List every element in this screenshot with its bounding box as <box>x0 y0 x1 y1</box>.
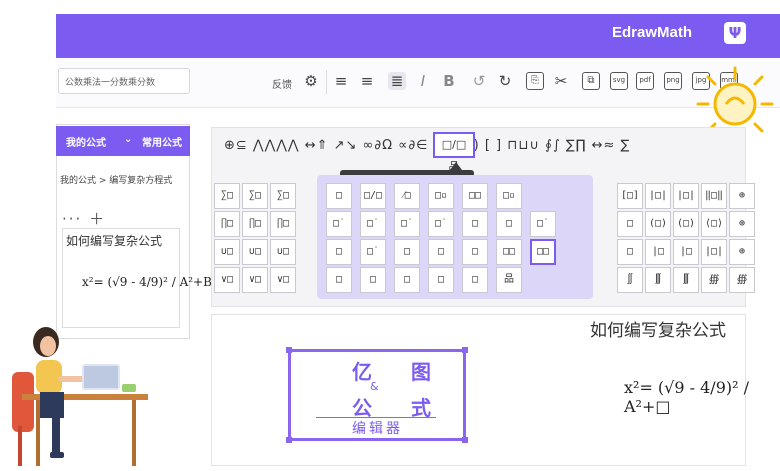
editor-formula[interactable]: x²= (√9 - 4/9)² / A²+□ <box>624 378 780 416</box>
symbol-template-button[interactable]: □ <box>326 239 352 265</box>
symbol-template-button[interactable]: □ <box>462 267 488 293</box>
editor-title: 如何编写复杂公式 <box>590 321 726 341</box>
symbol-template-button[interactable]: □ <box>462 239 488 265</box>
symbol-template-button[interactable]: □ <box>360 267 386 293</box>
fraction-template-tab[interactable]: □/□ 品 <box>433 132 475 173</box>
symbol-template-button[interactable]: ∑□ <box>242 183 268 209</box>
tab-my-formulas[interactable]: 我的公式 <box>66 134 106 149</box>
symbol-template-button[interactable]: ∰ <box>729 267 755 293</box>
person-at-desk-illustration <box>12 327 148 466</box>
symbol-template-button[interactable]: □□ <box>530 239 556 265</box>
logo-corner <box>286 437 292 443</box>
bold-icon[interactable]: B <box>440 72 458 90</box>
symbol-template-button[interactable]: □▫ <box>496 183 522 209</box>
symbol-template-button[interactable]: □ <box>496 211 522 237</box>
logo-text-line1: 亿 图 <box>352 360 447 384</box>
symbol-template-button[interactable]: □ <box>428 267 454 293</box>
symbol-template-button[interactable]: |□| <box>673 183 699 209</box>
symbol-template-button[interactable]: □▫ <box>428 183 454 209</box>
app-logo-icon: Ψ <box>724 22 746 44</box>
symbol-template-button[interactable]: □ <box>428 239 454 265</box>
symbol-category-bar[interactable]: ⊕⊆ ⋀⋀⋀⋀ ↔⇑ ↗↘ ∞∂Ω ∝∂∈ { } ( ) [ ] ⊓⊔∪ ∮∫… <box>224 138 744 160</box>
symbol-template-button[interactable]: ∪□ <box>270 239 296 265</box>
symbol-template-button[interactable]: ‖□‖ <box>701 183 727 209</box>
italic-icon[interactable]: I <box>414 72 432 90</box>
add-icon[interactable]: ＋ <box>89 210 106 228</box>
formula-card-title: 如何编写复杂公式 <box>66 234 163 248</box>
formula-card-preview: x²= (√9 - 4/9)² / A²+B³ <box>82 275 217 289</box>
copy-icon[interactable]: ⧉ <box>582 72 600 90</box>
toolbar-divider <box>326 70 327 94</box>
symbol-template-button[interactable]: ⟨□⟩ <box>701 211 727 237</box>
undo-icon[interactable]: ↺ <box>470 72 488 90</box>
symbol-template-button[interactable]: □˙ <box>360 211 386 237</box>
symbol-template-button[interactable]: ∪□ <box>242 239 268 265</box>
symbol-template-button[interactable]: |□| <box>701 239 727 265</box>
symbol-template-button[interactable]: ∨□ <box>270 267 296 293</box>
symbol-template-button[interactable]: □□ <box>462 183 488 209</box>
symbol-template-button[interactable]: |□ <box>645 239 671 265</box>
symbol-template-button[interactable]: □/□ <box>360 183 386 209</box>
tooltip-arrow <box>450 162 462 170</box>
symbol-template-button[interactable]: □˙ <box>530 211 556 237</box>
paste-icon[interactable]: ⎘ <box>526 72 544 90</box>
tab-common-formulas[interactable]: 常用公式 <box>142 134 182 149</box>
symbol-template-button[interactable]: ∏□ <box>242 211 268 237</box>
symbol-template-button[interactable]: ⊕ <box>729 211 755 237</box>
symbol-template-button[interactable]: □ <box>617 239 643 265</box>
chevron-down-icon[interactable]: ⌄ <box>124 134 132 145</box>
feedback-button[interactable]: 反馈 <box>272 76 292 91</box>
symbol-template-button[interactable]: □ <box>617 211 643 237</box>
symbol-template-button[interactable]: 品 <box>496 267 522 293</box>
logo-corner <box>462 437 468 443</box>
symbol-template-button[interactable]: ∨□ <box>242 267 268 293</box>
symbol-template-button[interactable]: □ <box>462 211 488 237</box>
symbol-template-button[interactable]: ∑□ <box>214 183 240 209</box>
logo-subtitle: 编辑器 <box>352 421 403 437</box>
logo-corner <box>286 347 292 353</box>
align-right-icon[interactable]: ≣ <box>388 72 406 90</box>
symbol-template-button[interactable]: □□ <box>496 239 522 265</box>
symbol-template-button[interactable]: ⊕ <box>729 239 755 265</box>
symbol-template-button[interactable]: □˙ <box>428 211 454 237</box>
symbol-template-button[interactable]: (□) <box>673 211 699 237</box>
symbol-template-button[interactable]: ∰ <box>701 267 727 293</box>
symbol-template-button[interactable]: ∭ <box>673 267 699 293</box>
symbol-template-button[interactable]: □˙ <box>360 239 386 265</box>
template-group-highlight <box>317 175 593 299</box>
symbol-template-button[interactable]: ∨□ <box>214 267 240 293</box>
search-input[interactable]: 公数乘法一分数乘分数 <box>58 68 190 94</box>
symbol-template-button[interactable]: □ <box>326 183 352 209</box>
redo-icon[interactable]: ↻ <box>496 72 514 90</box>
symbol-template-button[interactable]: ⊕ <box>729 183 755 209</box>
symbol-template-button[interactable]: [□] <box>617 183 643 209</box>
symbol-template-button[interactable]: ∪□ <box>214 239 240 265</box>
symbol-template-button[interactable]: |□| <box>645 183 671 209</box>
symbol-template-button[interactable]: ⁄□ <box>394 183 420 209</box>
settings-icon[interactable]: ⚙ <box>302 72 320 90</box>
symbol-template-button[interactable]: ∭ <box>645 267 671 293</box>
app-title: EdrawMath <box>612 24 693 41</box>
symbol-template-button[interactable]: ∏□ <box>214 211 240 237</box>
symbol-template-button[interactable]: ∑□ <box>270 183 296 209</box>
logo-corner <box>462 347 468 353</box>
symbol-template-button[interactable]: |□ <box>673 239 699 265</box>
breadcrumb: 我的公式 > 编写复杂方程式 <box>60 176 173 186</box>
more-icon[interactable]: ··· <box>62 210 82 228</box>
align-left-icon[interactable]: ≡ <box>332 72 350 90</box>
sidebar-actions[interactable]: ··· ＋ <box>62 208 106 229</box>
symbol-template-button[interactable]: □ <box>326 267 352 293</box>
align-center-icon[interactable]: ≡ <box>358 72 376 90</box>
symbol-template-button[interactable]: □ <box>394 239 420 265</box>
symbol-template-button[interactable]: ∏□ <box>270 211 296 237</box>
export-pdf-icon[interactable]: pdf <box>636 72 654 90</box>
symbol-template-button[interactable]: ∬ <box>617 267 643 293</box>
export-svg-icon[interactable]: svg <box>610 72 628 90</box>
cut-icon[interactable]: ✂ <box>552 72 570 90</box>
symbol-template-button[interactable]: □˙ <box>326 211 352 237</box>
symbol-template-button[interactable]: □ <box>394 267 420 293</box>
symbol-template-button[interactable]: □˙ <box>394 211 420 237</box>
symbol-template-button[interactable]: (□) <box>645 211 671 237</box>
export-png-icon[interactable]: png <box>664 72 682 90</box>
